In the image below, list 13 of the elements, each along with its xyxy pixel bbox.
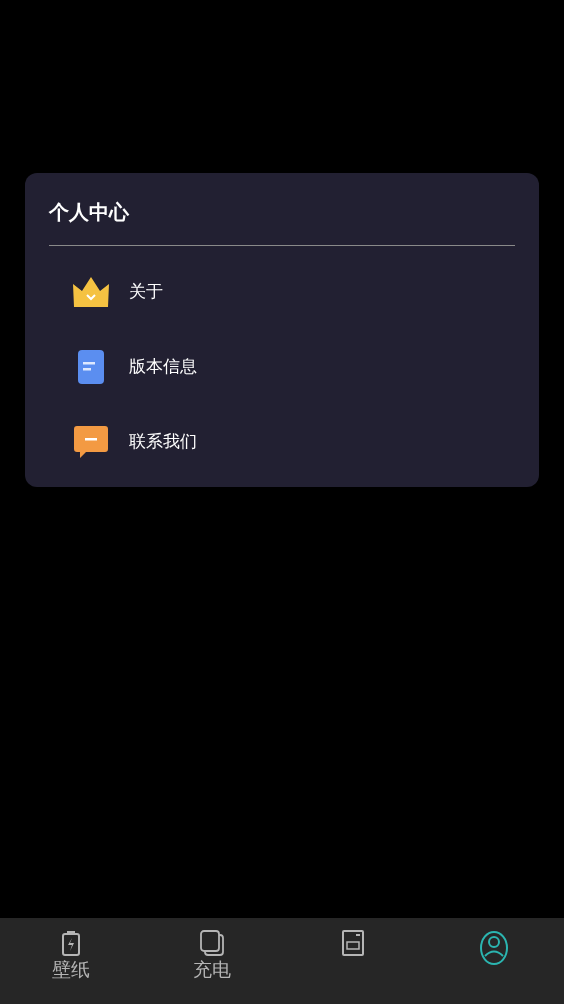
person-icon — [478, 930, 509, 968]
pages-icon — [199, 930, 224, 956]
menu-item[interactable]: 关于 — [49, 254, 515, 329]
card-title: 个人中心 — [49, 199, 129, 226]
device-icon — [341, 930, 364, 956]
menu-item[interactable]: 版本信息 — [49, 329, 515, 404]
tab[interactable]: 充电 — [141, 918, 282, 1004]
tab[interactable]: 壁纸 — [0, 918, 141, 1004]
battery-icon — [60, 930, 81, 956]
crown-icon — [72, 275, 110, 308]
chat-icon — [74, 425, 108, 458]
menu-item[interactable]: 联系我们 — [49, 404, 515, 479]
document-icon — [78, 349, 104, 384]
